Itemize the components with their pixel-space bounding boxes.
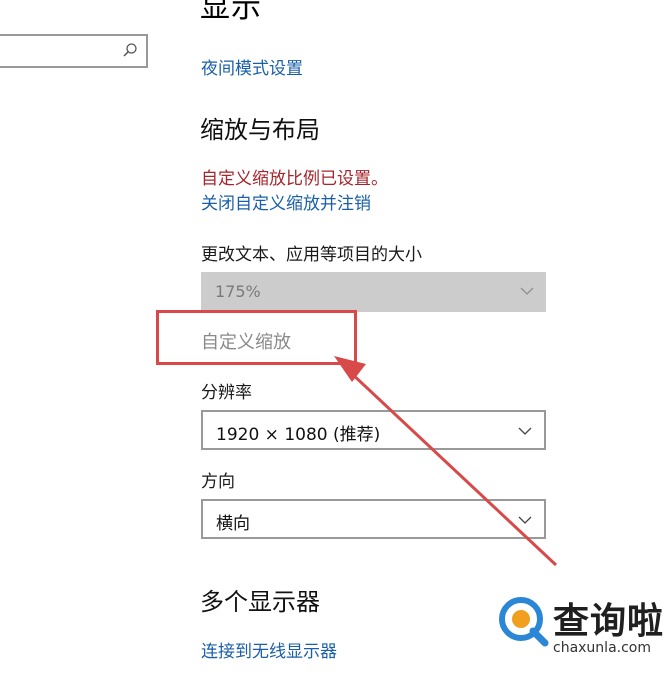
night-light-settings-link[interactable]: 夜间模式设置 [201, 54, 303, 79]
turn-off-custom-scaling-link[interactable]: 关闭自定义缩放并注销 [201, 189, 371, 214]
multiple-displays-heading: 多个显示器 [200, 588, 320, 616]
watermark-logo-icon [499, 597, 549, 647]
search-icon [123, 43, 137, 57]
resolution-dropdown[interactable]: 1920 × 1080 (推荐) [201, 410, 546, 450]
watermark-brand: 查询啦 [553, 601, 665, 642]
chevron-down-icon [518, 427, 532, 435]
text-size-label: 更改文本、应用等项目的大小 [201, 245, 422, 265]
orientation-label: 方向 [201, 472, 235, 492]
orientation-value: 横向 [216, 514, 250, 534]
watermark-url: chaxunla.com [553, 640, 651, 656]
chevron-down-icon [518, 516, 532, 524]
custom-scale-warning: 自定义缩放比例已设置。 [201, 169, 388, 189]
connect-wireless-display-link[interactable]: 连接到无线显示器 [201, 637, 337, 662]
resolution-value: 1920 × 1080 (推荐) [216, 425, 381, 445]
orientation-dropdown[interactable]: 横向 [201, 499, 546, 539]
scale-dropdown: 175% [201, 272, 546, 312]
annotation-highlight-box [156, 310, 357, 365]
search-input[interactable] [0, 34, 148, 68]
scale-layout-heading: 缩放与布局 [200, 116, 320, 144]
chevron-down-icon [520, 287, 534, 295]
page-title: 显示 [200, 0, 262, 25]
resolution-label: 分辨率 [201, 383, 252, 403]
scale-dropdown-value: 175% [215, 282, 261, 301]
